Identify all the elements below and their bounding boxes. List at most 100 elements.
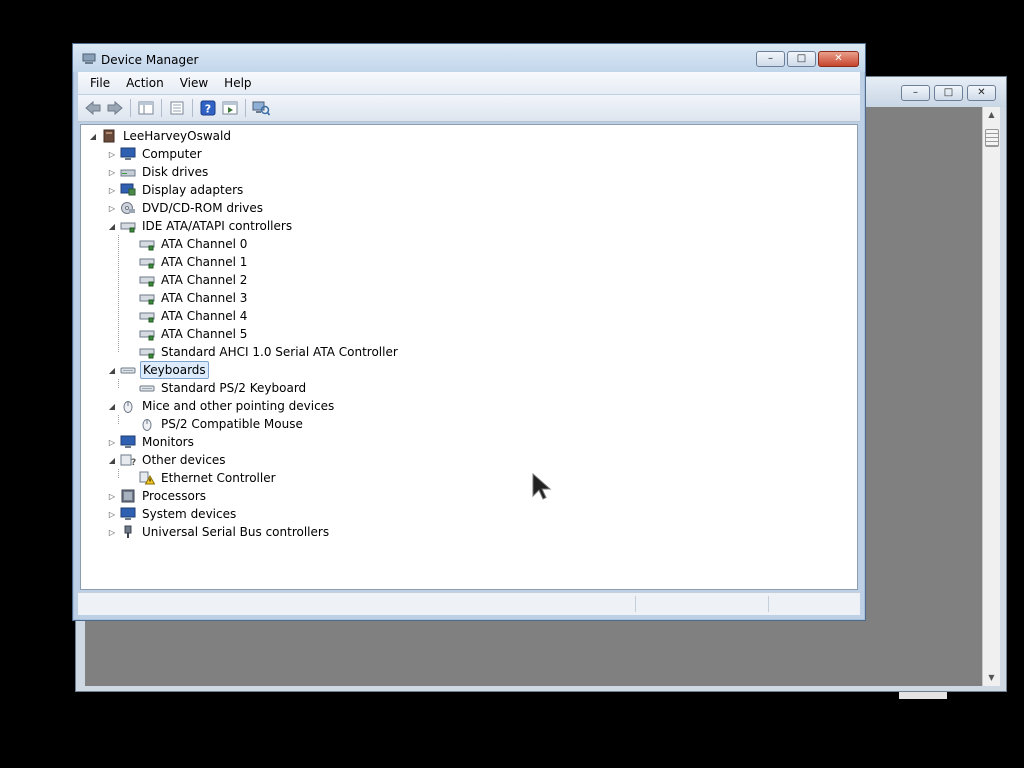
tree-item[interactable]: ◢ IDE ATA/ATAPI controllers [107, 217, 294, 235]
menu-action[interactable]: Action [118, 72, 172, 94]
device-manager-window: Device Manager – □ ✕ File Action View He… [72, 43, 866, 621]
menu-file[interactable]: File [78, 72, 118, 94]
ide-controller-icon [139, 273, 155, 287]
toolbar: ? [78, 95, 860, 122]
tree-item[interactable]: ▷ Universal Serial Bus controllers [107, 523, 331, 541]
tree-item[interactable]: ATA Channel 1 [126, 253, 249, 271]
keyboard-icon [120, 363, 136, 377]
status-divider [768, 596, 769, 612]
tree-item-label: Standard PS/2 Keyboard [161, 381, 307, 395]
close-button[interactable]: ✕ [818, 51, 859, 67]
tree-item[interactable]: ◢ Keyboards [107, 361, 209, 379]
tree-item-label: Ethernet Controller [161, 471, 276, 485]
minimize-button[interactable]: – [756, 51, 785, 67]
window-controls: – □ ✕ [756, 51, 859, 67]
mouse-icon [120, 399, 136, 413]
forward-button[interactable] [104, 98, 126, 118]
device-tree[interactable]: ◢ LeeHarveyOswald ▷ Computer ▷ Disk drives ▷ Di… [80, 124, 858, 590]
ide-controller-icon [120, 219, 136, 233]
collapse-arrow-icon[interactable]: ◢ [107, 366, 117, 375]
tree-item[interactable]: ▷ Processors [107, 487, 208, 505]
show-hide-tree-button[interactable] [135, 98, 157, 118]
help-button[interactable]: ? [197, 98, 219, 118]
tree-item-label: DVD/CD-ROM drives [142, 201, 264, 215]
expand-arrow-icon[interactable]: ▷ [107, 492, 117, 501]
toolbar-separator [161, 99, 162, 117]
tree-item[interactable]: ATA Channel 5 [126, 325, 249, 343]
ide-controller-icon [139, 237, 155, 251]
tree-item-label: Computer [142, 147, 202, 161]
tree-item-label: Standard AHCI 1.0 Serial ATA Controller [161, 345, 398, 359]
warning-device-icon [139, 471, 155, 485]
menu-help[interactable]: Help [216, 72, 259, 94]
tree-item-label: ATA Channel 3 [161, 291, 248, 305]
collapse-arrow-icon[interactable]: ◢ [107, 456, 117, 465]
tree-item-label: Keyboards [140, 361, 209, 379]
tree-item[interactable]: ATA Channel 0 [126, 235, 249, 253]
scroll-thumb[interactable] [985, 129, 999, 147]
minimize-icon: – [768, 53, 773, 64]
processor-icon [120, 489, 136, 503]
tree-item[interactable]: ▷ System devices [107, 505, 238, 523]
tree-item[interactable]: ◢ Mice and other pointing devices [107, 397, 336, 415]
tree-item[interactable]: PS/2 Compatible Mouse [126, 415, 305, 433]
tree-item[interactable]: ◢ LeeHarveyOswald [88, 127, 233, 145]
tree-item[interactable]: ▷ DVD/CD-ROM drives [107, 199, 265, 217]
tree-item[interactable]: Ethernet Controller [126, 469, 278, 487]
usb-icon [120, 525, 136, 539]
properties-icon [170, 101, 184, 115]
expand-arrow-icon[interactable]: ▷ [107, 528, 117, 537]
properties-button[interactable] [166, 98, 188, 118]
expand-arrow-icon[interactable]: ▷ [107, 204, 117, 213]
forward-icon [107, 101, 123, 115]
tree-item[interactable]: ATA Channel 4 [126, 307, 249, 325]
tree-item-label: ATA Channel 0 [161, 237, 248, 251]
tree-item[interactable]: Standard AHCI 1.0 Serial ATA Controller [126, 343, 400, 361]
menu-bar: File Action View Help [78, 72, 860, 94]
back-button[interactable] [82, 98, 104, 118]
tree-item-label: System devices [142, 507, 237, 521]
scroll-up-arrow-icon[interactable]: ▲ [983, 107, 1000, 123]
collapse-arrow-icon[interactable]: ◢ [107, 222, 117, 231]
expand-arrow-icon[interactable]: ▷ [107, 510, 117, 519]
menu-view[interactable]: View [172, 72, 216, 94]
show-hidden-button[interactable] [219, 98, 241, 118]
expand-arrow-icon[interactable]: ▷ [107, 168, 117, 177]
tree-item[interactable]: ▷ Disk drives [107, 163, 210, 181]
tree-item[interactable]: ◢? Other devices [107, 451, 228, 469]
background-vertical-scrollbar[interactable]: ▲ ▼ [982, 107, 1000, 686]
tree-item-label: PS/2 Compatible Mouse [161, 417, 303, 431]
scan-hardware-button[interactable] [250, 98, 272, 118]
display-adapter-icon [120, 183, 136, 197]
tree-item[interactable]: ATA Channel 3 [126, 289, 249, 307]
tree-item[interactable]: ATA Channel 2 [126, 271, 249, 289]
mouse-cursor-icon [532, 472, 552, 500]
expand-arrow-icon[interactable]: ▷ [107, 438, 117, 447]
window-title: Device Manager [101, 53, 199, 67]
keyboard-icon [139, 381, 155, 395]
device-manager-icon [82, 53, 96, 64]
title-bar[interactable]: Device Manager – □ ✕ [73, 44, 865, 72]
ide-controller-icon [139, 291, 155, 305]
maximize-button[interactable]: □ [787, 51, 816, 67]
expand-arrow-icon[interactable]: ▷ [107, 186, 117, 195]
background-horizontal-scroll-thumb[interactable] [899, 692, 947, 699]
collapse-arrow-icon[interactable]: ◢ [88, 132, 98, 141]
scroll-down-arrow-icon[interactable]: ▼ [983, 670, 1000, 686]
ide-controller-icon [139, 309, 155, 323]
background-maximize-button[interactable]: □ [934, 85, 963, 101]
ide-controller-icon [139, 255, 155, 269]
tree-item[interactable]: Standard PS/2 Keyboard [126, 379, 308, 397]
toolbar-separator [130, 99, 131, 117]
background-minimize-button[interactable]: – [901, 85, 930, 101]
tree-item-label: Disk drives [142, 165, 209, 179]
tree-item[interactable]: ▷ Computer [107, 145, 204, 163]
tree-item[interactable]: ▷ Display adapters [107, 181, 245, 199]
tree-connector-line [118, 235, 119, 352]
background-close-button[interactable]: ✕ [967, 85, 996, 101]
toolbar-separator [192, 99, 193, 117]
tree-item[interactable]: ▷ Monitors [107, 433, 196, 451]
collapse-arrow-icon[interactable]: ◢ [107, 402, 117, 411]
expand-arrow-icon[interactable]: ▷ [107, 150, 117, 159]
show-hide-tree-icon [138, 101, 154, 115]
